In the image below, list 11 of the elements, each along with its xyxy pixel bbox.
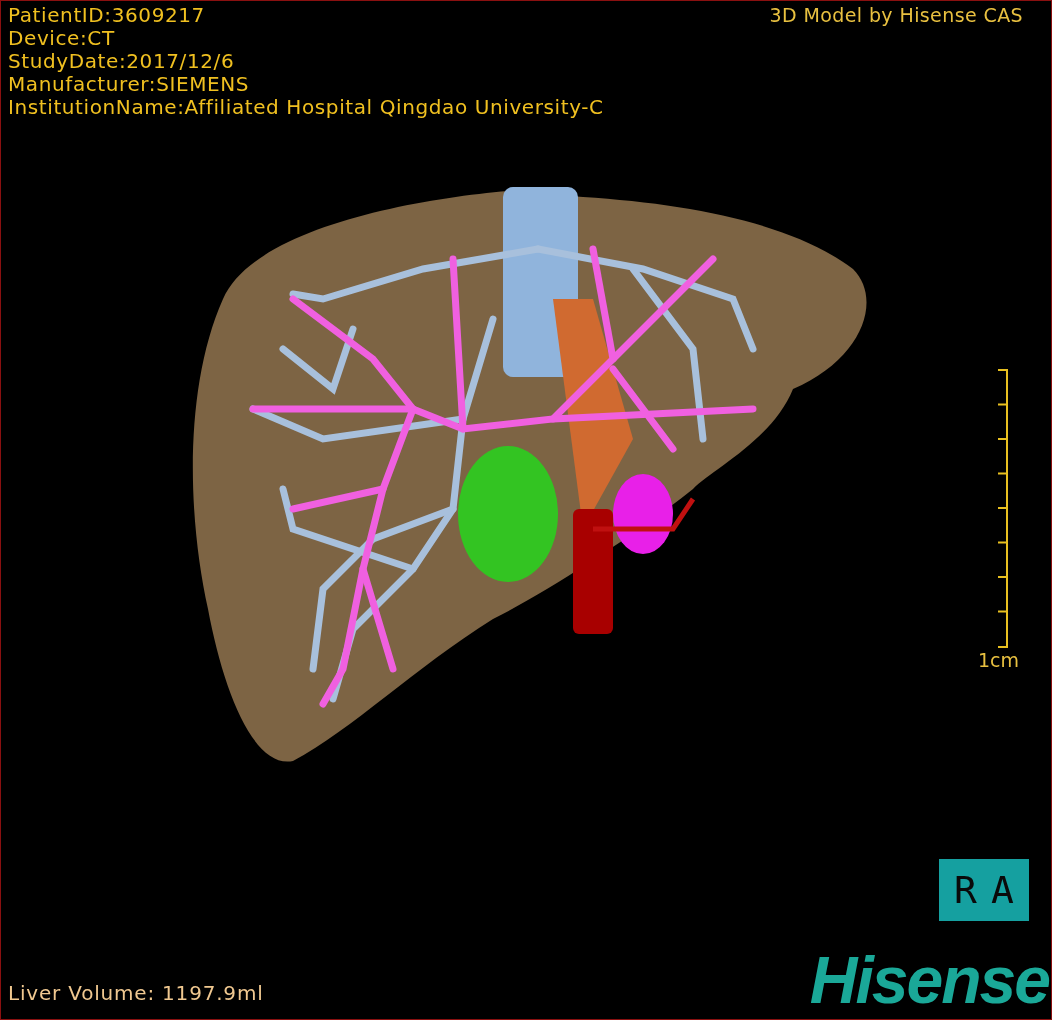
scale-bar-icon	[997, 369, 1010, 649]
orientation-label: RA	[939, 859, 1029, 921]
study-info-text: StudyDate:2017/12/6	[8, 50, 236, 73]
study-info-text: Manufacturer:SIEMENS	[8, 73, 251, 96]
liver-volume-text: Liver Volume: 1197.9ml	[8, 981, 264, 1005]
study-info-text: PatientID:3609217	[8, 4, 206, 27]
study-info-text: InstitutionName:Affiliated Hospital Qingdao University-C	[8, 96, 604, 119]
model-credit-text: 3D Model by Hisense CAS	[769, 4, 1023, 28]
study-info-text: Device:CT	[8, 27, 116, 50]
scale-bar-label: 1cm	[977, 649, 1019, 671]
logo-text: Hisense	[809, 945, 1049, 1015]
